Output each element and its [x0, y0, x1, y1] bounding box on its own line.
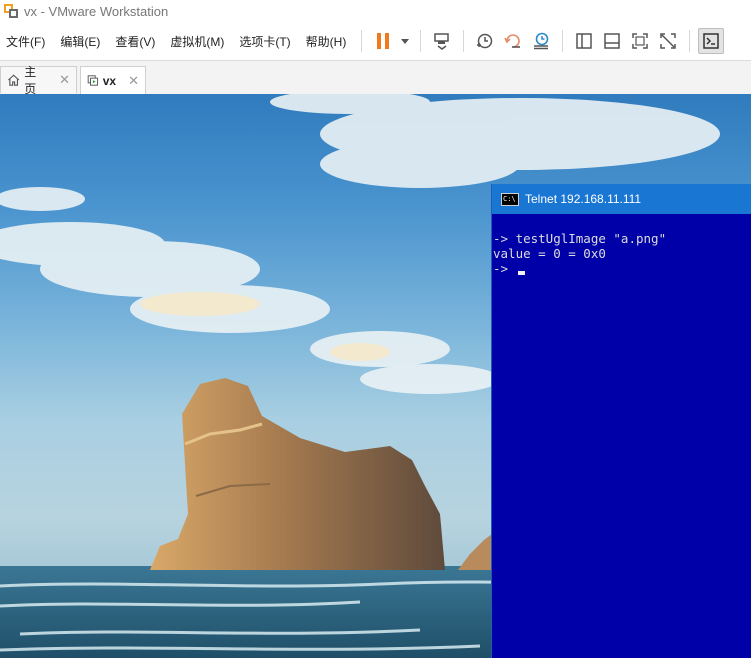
console-view-icon: [703, 33, 720, 49]
menu-toolbar: 文件(F) 编辑(E) 查看(V) 虚拟机(M) 选项卡(T) 帮助(H): [0, 22, 751, 61]
text-cursor: [517, 271, 525, 275]
take-snapshot-button[interactable]: [472, 28, 498, 54]
console-view-button[interactable]: [698, 28, 725, 54]
snapshot-manager-button[interactable]: [528, 28, 554, 54]
tab-bar: 主页 ✕ vx ✕: [0, 61, 751, 96]
console-prompt-line: ->: [493, 261, 751, 276]
dropdown-caret-icon: [401, 38, 410, 44]
send-ctrl-alt-del-button[interactable]: [429, 28, 455, 54]
pause-icon: [377, 33, 390, 49]
toolbar-separator: [689, 30, 691, 52]
toolbar-separator: [361, 30, 363, 52]
window-title: vx - VMware Workstation: [24, 3, 169, 19]
home-icon: [8, 74, 20, 86]
tab-vx-label: vx: [102, 73, 117, 88]
library-view-icon: [576, 33, 593, 49]
unity-button[interactable]: [655, 28, 681, 54]
menu-view[interactable]: 查看(V): [108, 33, 163, 50]
telnet-window[interactable]: C:\ Telnet 192.168.11.111 -> testUglImag…: [492, 184, 751, 658]
close-icon[interactable]: ✕: [59, 72, 70, 88]
menu-edit[interactable]: 编辑(E): [53, 33, 108, 50]
menu-tabs[interactable]: 选项卡(T): [232, 33, 298, 50]
send-ctrl-alt-del-icon: [434, 33, 450, 50]
vm-display[interactable]: C:\ Telnet 192.168.11.111 -> testUglImag…: [0, 94, 751, 658]
unity-icon: [660, 33, 677, 49]
menu-help[interactable]: 帮助(H): [299, 33, 355, 50]
toolbar-separator: [562, 30, 564, 52]
tab-home[interactable]: 主页 ✕: [0, 65, 77, 96]
console-line: value = 0 = 0x0: [493, 246, 606, 261]
fullscreen-button[interactable]: [627, 28, 653, 54]
telnet-title-bar[interactable]: C:\ Telnet 192.168.11.111: [492, 184, 751, 214]
console-prompt: ->: [493, 261, 516, 276]
revert-snapshot-icon: [504, 34, 521, 48]
console-line: -> testUglImage "a.png": [493, 231, 667, 246]
telnet-title: Telnet 192.168.11.111: [525, 192, 642, 206]
revert-snapshot-button[interactable]: [500, 28, 526, 54]
close-icon[interactable]: ✕: [128, 73, 139, 89]
title-bar: vx - VMware Workstation: [0, 0, 751, 22]
power-dropdown-button[interactable]: [398, 28, 412, 54]
snapshot-icon: [477, 33, 493, 49]
tab-home-label: 主页: [24, 65, 37, 96]
telnet-console[interactable]: -> testUglImage "a.png" value = 0 = 0x0 ->: [492, 214, 751, 276]
fullscreen-icon: [632, 33, 649, 49]
snapshot-manager-icon: [534, 32, 549, 50]
toolbar-separator: [463, 30, 465, 52]
thumbnail-view-icon: [604, 33, 621, 49]
vmware-logo-icon: [4, 4, 18, 18]
console-window-icon: C:\: [501, 192, 519, 206]
thumbnail-view-button[interactable]: [599, 28, 625, 54]
pause-button[interactable]: [370, 28, 396, 54]
vm-icon: [87, 75, 99, 86]
tab-vx[interactable]: vx ✕: [80, 66, 146, 94]
menu-file[interactable]: 文件(F): [0, 33, 53, 50]
toolbar-separator: [420, 30, 422, 52]
menu-vm[interactable]: 虚拟机(M): [163, 33, 232, 50]
library-view-button[interactable]: [571, 28, 597, 54]
